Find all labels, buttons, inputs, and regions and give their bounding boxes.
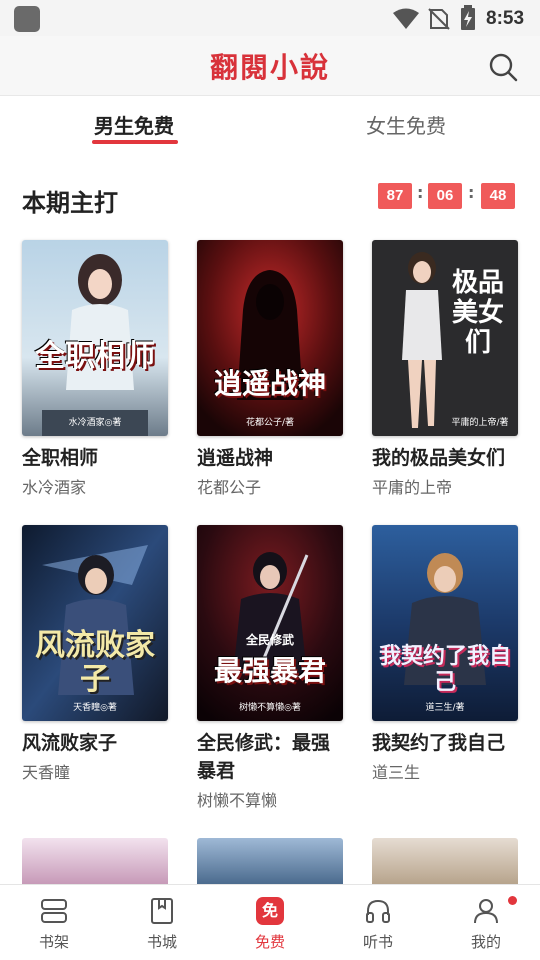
nav-bookstore[interactable]: 书城 [108,885,216,960]
book-title[interactable]: 逍遥战神 [197,444,343,472]
nav-profile[interactable]: 我的 [432,885,540,960]
cover-author: 天香瞳◎著 [73,703,117,713]
cover-author: 平庸的上帝/著 [451,418,509,428]
book-cover[interactable] [372,838,518,884]
countdown-hours: 87 [378,183,412,209]
section-title: 本期主打 [22,189,118,217]
nav-label: 书架 [38,933,69,951]
cover-subtitle: 全民修武 [245,633,294,647]
cover-author: 树懒不算懒◎著 [239,703,301,713]
book-title[interactable]: 全民修武：最强暴君 [197,729,343,785]
active-tab-indicator [92,140,178,144]
tab-male-free[interactable]: 男生免费 [94,110,174,139]
book-author: 水冷酒家 [22,478,87,497]
search-icon[interactable] [488,52,518,82]
free-icon: 免 [256,897,284,925]
countdown-separator: : [417,183,424,202]
cover-title: 极品美女们 [451,268,504,358]
book-cover[interactable]: 风流败家子 天香瞳◎著 [22,525,168,721]
countdown-seconds: 48 [481,183,515,209]
cover-title: 全职相师 [35,339,155,374]
wifi-icon [393,8,419,29]
book-card[interactable]: 我契约了我自己 道三生/著 我契约了我自己 道三生 [372,525,518,783]
nav-free[interactable]: 免 免费 [216,885,324,960]
nav-bookshelf[interactable]: 书架 [0,885,108,960]
nav-label: 书城 [146,933,177,951]
bookshelf-icon [41,899,67,923]
bottom-navigation: 书架 书城 免 免费 听书 我的 [0,884,540,960]
book-card[interactable]: 极品美女们 平庸的上帝/著 我的极品美女们 平庸的上帝 [372,240,518,498]
bookstore-icon [151,898,173,924]
book-card[interactable]: 全职相师 水冷酒家◎著 全职相师 水冷酒家 [22,240,168,498]
book-card[interactable]: 全民修武 最强暴君 树懒不算懒◎著 全民修武：最强暴君 树懒不算懒 [197,525,343,811]
book-cover[interactable] [22,838,168,884]
book-author: 花都公子 [197,478,262,497]
nav-label: 我的 [470,933,501,951]
book-cover[interactable]: 我契约了我自己 道三生/著 [372,525,518,721]
book-card[interactable]: 风流败家子 天香瞳◎著 风流败家子 天香瞳 [22,525,168,783]
book-title[interactable]: 我的极品美女们 [372,444,518,472]
app-title: 翻閱小說 [209,51,330,84]
no-sim-icon [428,8,450,30]
book-cover[interactable]: 逍遥战神 花都公子/著 [197,240,343,436]
book-cover[interactable]: 全职相师 水冷酒家◎著 [22,240,168,436]
headphones-icon [366,899,390,923]
tab-female-free[interactable]: 女生免费 [366,110,446,139]
nav-label: 免费 [254,933,285,951]
book-author: 天香瞳 [22,763,71,782]
book-title[interactable]: 风流败家子 [22,729,168,757]
app-notification-icon [14,6,40,32]
book-author: 道三生 [372,763,421,782]
cover-title: 我契约了我自己 [378,643,511,695]
cover-author: 花都公子/著 [245,418,295,428]
cover-author: 水冷酒家◎著 [68,418,122,428]
countdown-minutes: 06 [428,183,462,209]
nav-label: 听书 [362,933,393,951]
book-cover[interactable]: 全民修武 最强暴君 树懒不算懒◎著 [197,525,343,721]
book-title[interactable]: 我契约了我自己 [372,729,518,757]
status-bar: 8:53 [0,0,540,36]
cover-author: 道三生/著 [425,703,465,713]
nav-audiobooks[interactable]: 听书 [324,885,432,960]
book-card[interactable]: 逍遥战神 花都公子/著 逍遥战神 花都公子 [197,240,343,498]
book-author: 平庸的上帝 [372,478,453,497]
book-cover[interactable] [197,838,343,884]
book-cover[interactable]: 极品美女们 平庸的上帝/著 [372,240,518,436]
cover-title: 逍遥战神 [213,367,326,400]
notification-badge [508,896,517,905]
app-header: 翻閱小說 [0,36,540,96]
profile-icon [474,899,498,924]
cover-title: 风流败家子 [35,628,155,697]
book-author: 树懒不算懒 [197,791,278,810]
countdown-separator: : [468,183,475,202]
battery-charging-icon [461,5,475,30]
clock: 8:53 [486,8,525,29]
cover-title: 最强暴君 [213,654,326,687]
book-title[interactable]: 全职相师 [22,444,168,472]
